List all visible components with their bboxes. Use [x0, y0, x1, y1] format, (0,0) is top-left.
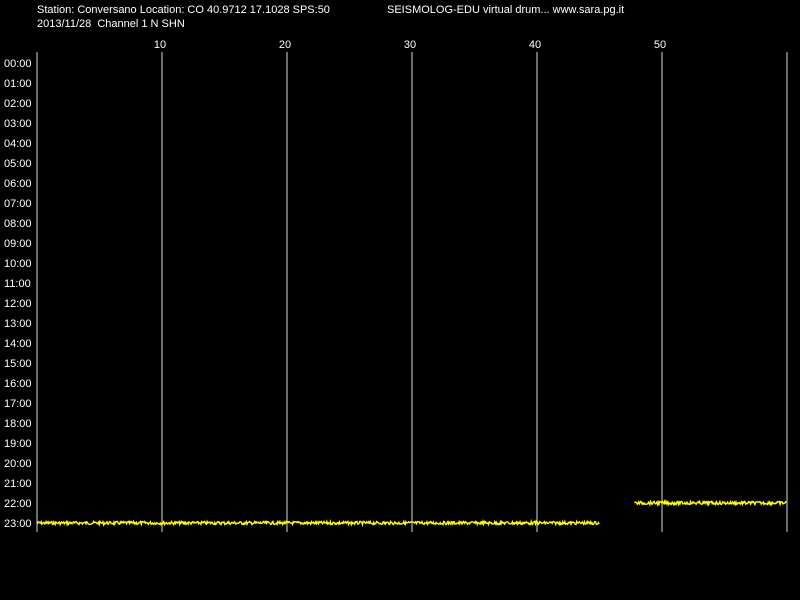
y-tick-label: 00:00 — [4, 58, 32, 70]
y-tick-label: 18:00 — [4, 418, 32, 430]
y-tick-label: 07:00 — [4, 198, 32, 210]
y-tick-label: 10:00 — [4, 258, 32, 270]
y-tick-label: 05:00 — [4, 158, 32, 170]
y-tick-label: 04:00 — [4, 138, 32, 150]
seismic-trace — [36, 518, 600, 528]
y-tick-label: 13:00 — [4, 318, 32, 330]
y-tick-label: 15:00 — [4, 358, 32, 370]
y-tick-label: 16:00 — [4, 378, 32, 390]
y-tick-label: 20:00 — [4, 458, 32, 470]
x-tick-label: 10 — [154, 39, 166, 51]
y-tick-label: 12:00 — [4, 298, 32, 310]
y-tick-label: 23:00 — [4, 518, 32, 530]
seismic-trace — [633, 498, 787, 508]
x-tick-label: 40 — [529, 39, 541, 51]
seismic-drum-chart: 10 20 30 40 50 00:00 01:00 02:00 03:00 04:00 05:00… — [4, 39, 788, 532]
y-tick-label: 19:00 — [4, 438, 32, 450]
y-tick-label: 09:00 — [4, 238, 32, 250]
y-tick-label: 11:00 — [4, 278, 31, 290]
y-tick-label: 06:00 — [4, 178, 32, 190]
y-tick-label: 08:00 — [4, 218, 32, 230]
label-layer: 10 20 30 40 50 00:00 01:00 02:00 03:00 04:00 05:00… — [4, 39, 666, 530]
y-tick-label: 01:00 — [4, 78, 32, 90]
y-tick-label: 21:00 — [4, 478, 32, 490]
y-tick-label: 17:00 — [4, 398, 32, 410]
x-tick-label: 30 — [404, 39, 416, 51]
x-tick-label: 20 — [279, 39, 291, 51]
y-tick-label: 14:00 — [4, 338, 32, 350]
y-tick-label: 02:00 — [4, 98, 32, 110]
y-tick-label: 22:00 — [4, 498, 32, 510]
grid-layer — [36, 52, 788, 532]
y-tick-label: 03:00 — [4, 118, 32, 130]
x-tick-label: 50 — [654, 39, 666, 51]
